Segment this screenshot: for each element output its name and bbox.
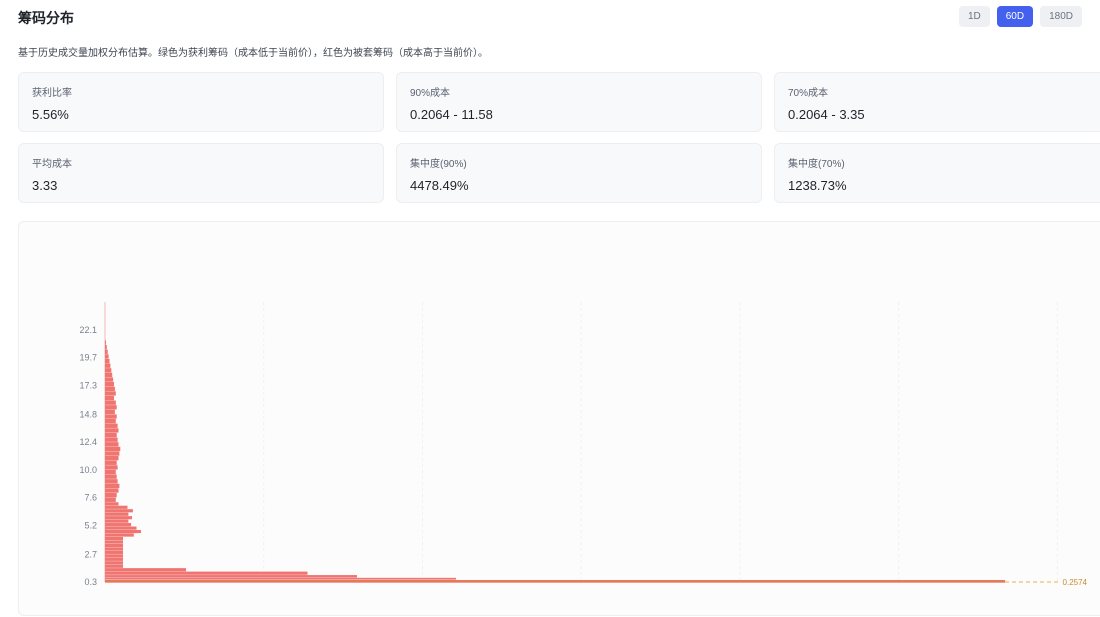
- chip-bar: [105, 543, 123, 548]
- stat-value: 0.2064 - 3.35: [788, 107, 865, 122]
- period-180d-button[interactable]: 180D: [1040, 6, 1082, 27]
- chip-bar: [105, 536, 123, 541]
- chip-bar: [105, 442, 119, 447]
- stat-value: 3.33: [32, 178, 58, 193]
- stat-label: 70%成本: [788, 88, 829, 99]
- stat-value: 4478.49%: [410, 178, 469, 193]
- stat-value: 0.2064 - 11.58: [410, 107, 493, 122]
- stat-card-concentration-90: 集中度(90%) 4478.49%: [396, 143, 762, 203]
- chip-distribution-chart[interactable]: 22.1 19.7 17.3 14.8 12.4 10.0 7.6 5.2 2.7 0.3 0.25…: [18, 221, 1100, 616]
- stat-card-concentration-70: 集中度(70%) 1238.73%: [774, 143, 1100, 203]
- chip-bar: [105, 533, 134, 537]
- stats-grid: 获利比率 5.56% 90%成本 0.2064 - 11.58 70%成本 0.…: [18, 72, 1100, 203]
- y-tick-label: 19.7: [79, 353, 97, 363]
- chip-bar: [105, 571, 308, 575]
- period-1d-button[interactable]: 1D: [958, 6, 990, 27]
- chip-bar: [105, 377, 114, 382]
- chip-bar: [105, 519, 129, 523]
- chip-bar: [105, 568, 186, 572]
- y-tick-label: 10.0: [79, 465, 97, 475]
- chip-bar: [105, 529, 141, 534]
- chart-description: 基于历史成交量加权分布估算。绿色为获利筹码（成本低于当前价），红色为被套筹码（成…: [18, 48, 488, 59]
- stat-label: 平均成本: [32, 159, 72, 170]
- chip-bar: [105, 414, 117, 419]
- chip-bar: [105, 526, 137, 530]
- chip-bar: [105, 358, 110, 364]
- current-price-label: 0.2574: [1063, 578, 1088, 587]
- chip-bar: [105, 382, 114, 387]
- y-tick-label: 12.4: [79, 437, 97, 447]
- chip-bar: [105, 488, 119, 493]
- chip-bar: [105, 474, 117, 479]
- y-tick-label: 0.3: [84, 577, 97, 587]
- chip-bar: [105, 354, 109, 359]
- stat-value: 1238.73%: [788, 178, 847, 193]
- chip-bar: [105, 561, 123, 565]
- chip-bar: [105, 540, 123, 544]
- chip-bar: [105, 400, 116, 405]
- chip-bar: [105, 432, 117, 438]
- stat-card-cost-90: 90%成本 0.2064 - 11.58: [396, 72, 762, 132]
- period-selector: 1D 60D 180D: [958, 6, 1082, 27]
- period-60d-button[interactable]: 60D: [996, 6, 1034, 27]
- y-tick-label: 7.6: [84, 493, 97, 503]
- chip-bar: [105, 516, 132, 520]
- chip-bar: [105, 550, 123, 554]
- chip-bar: [105, 557, 123, 561]
- chip-distribution-svg: 22.1 19.7 17.3 14.8 12.4 10.0 7.6 5.2 2.7 0.3 0.25…: [79, 302, 1088, 587]
- chip-bar: [105, 512, 129, 516]
- chip-bar: [105, 409, 115, 415]
- y-tick-label: 5.2: [84, 520, 97, 530]
- chip-bar: [105, 479, 118, 484]
- chip-bar: [105, 492, 117, 498]
- stat-card-cost-70: 70%成本 0.2064 - 3.35: [774, 72, 1100, 132]
- chip-bar: [105, 502, 119, 506]
- chip-bar: [105, 575, 357, 578]
- chip-bar: [105, 505, 128, 509]
- y-tick-label: 17.3: [79, 380, 97, 390]
- chip-bar: [105, 349, 108, 354]
- chip-bar: [105, 395, 114, 401]
- chip-bar: [105, 372, 113, 378]
- stat-label: 90%成本: [410, 88, 451, 99]
- chip-bar: [105, 509, 133, 513]
- chip-bar: [105, 483, 120, 489]
- chip-bar: [105, 345, 107, 350]
- chip-bar: [105, 456, 119, 461]
- chip-bar: [105, 554, 123, 558]
- chip-bar: [105, 391, 116, 396]
- chip-bar: [105, 469, 116, 475]
- chip-bar: [105, 547, 123, 551]
- chip-bar: [105, 386, 115, 391]
- chip-bar: [105, 363, 111, 368]
- chip-bar: [105, 419, 116, 424]
- y-tick-label: 14.8: [79, 409, 97, 419]
- chip-bar: [105, 405, 117, 410]
- y-tick-label: 2.7: [84, 549, 97, 559]
- chip-bar: [105, 368, 112, 373]
- chip-bar: [105, 437, 118, 442]
- chip-bar: [105, 428, 119, 433]
- chip-bar: [105, 423, 118, 428]
- page-title: 筹码分布: [18, 10, 74, 26]
- chip-bar: [105, 340, 106, 345]
- stat-card-profit-ratio: 获利比率 5.56%: [18, 72, 384, 132]
- chip-bar: [105, 460, 117, 465]
- stat-label: 集中度(90%): [410, 159, 467, 170]
- chip-bar: [105, 577, 456, 580]
- chip-bar: [105, 446, 121, 452]
- chip-bar: [105, 564, 123, 568]
- chip-bar: [105, 451, 120, 456]
- stat-label: 集中度(70%): [788, 159, 845, 170]
- y-tick-label: 22.1: [79, 325, 97, 335]
- chip-bar: [105, 497, 116, 502]
- stat-card-average-cost: 平均成本 3.33: [18, 143, 384, 203]
- chip-bar: [105, 465, 118, 470]
- stat-label: 获利比率: [32, 88, 72, 99]
- stat-value: 5.56%: [32, 107, 69, 122]
- chip-bar: [105, 523, 132, 527]
